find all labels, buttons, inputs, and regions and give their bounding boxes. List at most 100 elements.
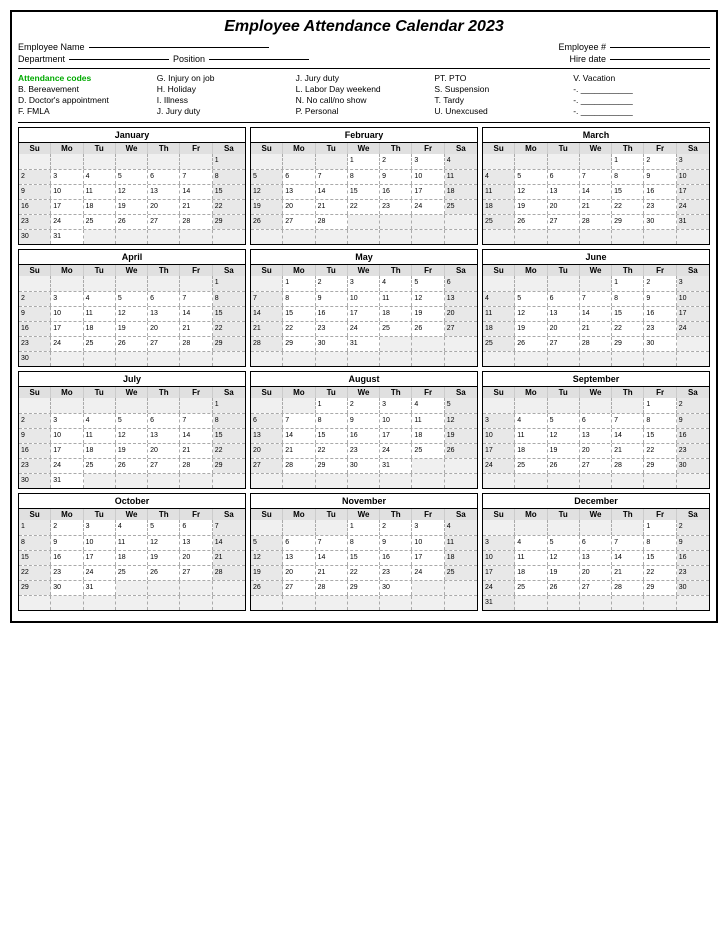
dept-section: Department Position <box>18 54 309 64</box>
hire-date-label: Hire date <box>569 54 606 64</box>
week-row <box>483 229 709 244</box>
day-su: Su <box>19 143 51 154</box>
month-title-october: October <box>19 494 245 509</box>
info-row-2: Department Position Hire date <box>18 54 710 64</box>
calendar-march: March Su Mo Tu We Th Fr Sa 1 2 3 <box>482 127 710 245</box>
month-title-february: February <box>251 128 477 143</box>
cal-cell <box>213 230 245 244</box>
cal-cell: 23 <box>19 215 51 229</box>
cal-cell <box>84 230 116 244</box>
cal-header-january: Su Mo Tu We Th Fr Sa <box>19 143 245 154</box>
cal-cell: 27 <box>148 215 180 229</box>
cal-cell: 9 <box>19 185 51 199</box>
calendar-november: November Su Mo Tu We Th Fr Sa 1 2 3 4 <box>250 493 478 611</box>
cal-cell: 10 <box>51 185 83 199</box>
code-b: B. Bereavement <box>18 84 155 94</box>
cal-cell: 11 <box>84 185 116 199</box>
cal-cell: 17 <box>51 200 83 214</box>
week-row: 25 26 27 28 29 30 31 <box>483 214 709 229</box>
week-row: 2 3 4 5 6 7 8 <box>19 169 245 184</box>
cal-header-march: Su Mo Tu We Th Fr Sa <box>483 143 709 154</box>
day-tu: Tu <box>84 143 116 154</box>
cal-cell <box>180 154 212 169</box>
codes-col-5: V. Vacation -. ___________ -. __________… <box>573 73 710 116</box>
page-title: Employee Attendance Calendar 2023 <box>18 18 710 36</box>
cal-cell: 25 <box>84 215 116 229</box>
week-row <box>251 229 477 244</box>
cal-cell: 31 <box>51 230 83 244</box>
employee-num-section: Employee # <box>558 42 710 52</box>
cal-body-january: 1 2 3 4 5 6 7 8 9 10 11 12 13 14 <box>19 154 245 244</box>
code-h: H. Holiday <box>157 84 294 94</box>
position-line <box>209 59 309 60</box>
cal-cell: 5 <box>116 170 148 184</box>
week-row: 18 19 20 21 22 23 24 <box>483 199 709 214</box>
main-container: Employee Attendance Calendar 2023 Employ… <box>10 10 718 623</box>
day-mo: Mo <box>51 143 83 154</box>
month-title-november: November <box>251 494 477 509</box>
cal-cell <box>19 154 51 169</box>
employee-name-line <box>89 47 269 48</box>
codes-col-1: Attendance codes B. Bereavement D. Docto… <box>18 73 155 116</box>
cal-cell: 16 <box>19 200 51 214</box>
cal-header-february: Su Mo Tu We Th Fr Sa <box>251 143 477 154</box>
divider-2 <box>18 122 710 123</box>
cal-cell: 12 <box>116 185 148 199</box>
calendar-december: December Su Mo Tu We Th Fr Sa 1 2 <box>482 493 710 611</box>
cal-body-march: 1 2 3 4 5 6 7 8 9 10 11 12 13 14 <box>483 154 709 244</box>
calendar-september: September Su Mo Tu We Th Fr Sa 1 2 <box>482 371 710 489</box>
week-row: 1 <box>19 154 245 169</box>
cal-cell: 29 <box>213 215 245 229</box>
employee-name-section: Employee Name <box>18 42 269 52</box>
week-row: 5 6 7 8 9 10 11 <box>251 169 477 184</box>
code-l: L. Labor Day weekend <box>296 84 433 94</box>
codes-col-4: PT. PTO S. Suspension T. Tardy U. Unexcu… <box>434 73 571 116</box>
cal-cell <box>116 230 148 244</box>
code-custom-3: -. ___________ <box>573 106 710 116</box>
cal-cell: 3 <box>51 170 83 184</box>
cal-cell <box>148 154 180 169</box>
cal-cell <box>180 230 212 244</box>
cal-cell: 13 <box>148 185 180 199</box>
codes-col-3: J. Jury duty L. Labor Day weekend N. No … <box>296 73 433 116</box>
week-row: 23 24 25 26 27 28 29 <box>19 214 245 229</box>
code-s: S. Suspension <box>434 84 571 94</box>
code-g: G. Injury on job <box>157 73 294 83</box>
employee-num-label: Employee # <box>558 42 606 52</box>
cal-cell: 26 <box>116 215 148 229</box>
cal-cell: 2 <box>19 170 51 184</box>
department-label: Department <box>18 54 65 64</box>
codes-col-2: G. Injury on job H. Holiday I. Illness J… <box>157 73 294 116</box>
calendars-row-1: January Su Mo Tu We Th Fr Sa 1 <box>18 127 710 245</box>
month-title-june: June <box>483 250 709 265</box>
code-p: P. Personal <box>296 106 433 116</box>
cal-cell: 6 <box>148 170 180 184</box>
calendar-february: February Su Mo Tu We Th Fr Sa 1 2 3 4 <box>250 127 478 245</box>
calendars-row-2: April Su Mo Tu We Th Fr Sa 1 <box>18 249 710 367</box>
cal-cell: 24 <box>51 215 83 229</box>
day-fr: Fr <box>180 143 212 154</box>
codes-section: Attendance codes B. Bereavement D. Docto… <box>18 73 710 116</box>
code-custom-2: -. ___________ <box>573 95 710 105</box>
cal-cell: 15 <box>213 185 245 199</box>
code-v: V. Vacation <box>573 73 710 83</box>
code-n: N. No call/no show <box>296 95 433 105</box>
code-u: U. Unexcused <box>434 106 571 116</box>
cal-cell: 4 <box>84 170 116 184</box>
calendar-april: April Su Mo Tu We Th Fr Sa 1 <box>18 249 246 367</box>
cal-cell: 8 <box>213 170 245 184</box>
code-f: F. FMLA <box>18 106 155 116</box>
calendar-july: July Su Mo Tu We Th Fr Sa 1 <box>18 371 246 489</box>
department-line <box>69 59 169 60</box>
calendar-may: May Su Mo Tu We Th Fr Sa 1 2 3 4 5 6 <box>250 249 478 367</box>
code-t: T. Tardy <box>434 95 571 105</box>
calendar-august: August Su Mo Tu We Th Fr Sa 1 2 3 4 5 <box>250 371 478 489</box>
cal-cell <box>148 230 180 244</box>
cal-cell <box>51 154 83 169</box>
month-title-august: August <box>251 372 477 387</box>
code-j1: J. Jury duty <box>157 106 294 116</box>
position-label: Position <box>173 54 205 64</box>
month-title-january: January <box>19 128 245 143</box>
week-row: 1 2 3 <box>483 154 709 169</box>
month-title-april: April <box>19 250 245 265</box>
